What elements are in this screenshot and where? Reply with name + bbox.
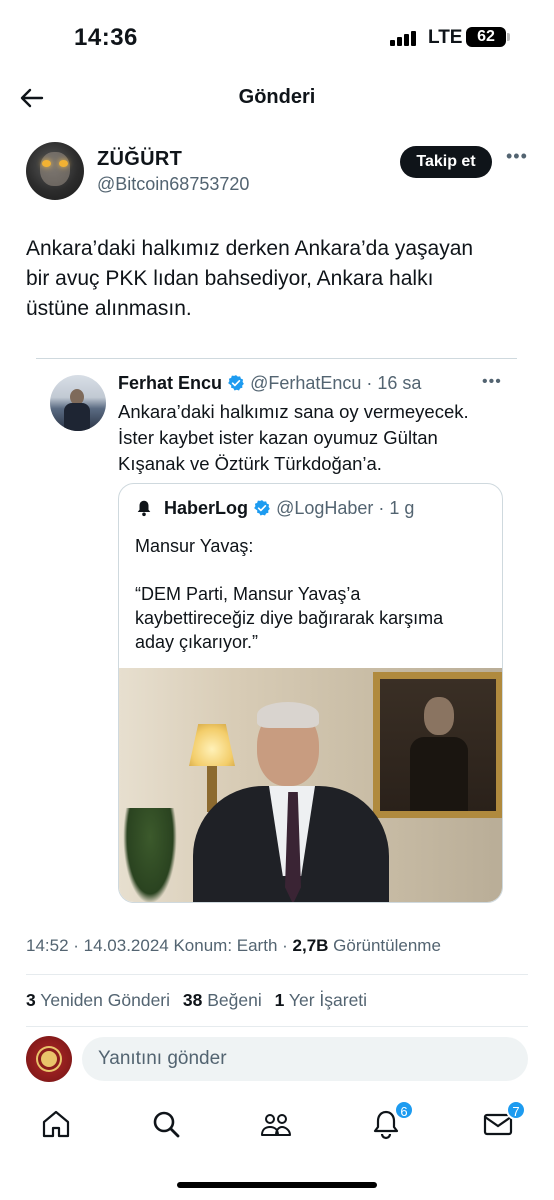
likes-stat[interactable]: 38 Beğeni [183,990,262,1010]
network-type: LTE [428,27,463,48]
avatar-face [40,152,70,186]
nested-author-line: HaberLog @LogHaber · 1 g [135,498,414,524]
likes-count: 38 [182,990,203,1010]
reply-input[interactable]: Yanıtını gönder [82,1037,528,1081]
meta-time-date-location: 14:52 · 14.03.2024 Konum: Earth · [26,936,293,955]
bookmarks-label: Yer İşareti [288,990,368,1010]
nested-quote-photo[interactable] [119,668,502,902]
author-row: ZÜĞÜRT @Bitcoin68753720 Takip et ••• [0,140,554,210]
portrait-body [410,737,468,811]
author-handle[interactable]: @Bitcoin68753720 [97,174,249,195]
tweet-meta: 14:52 · 14.03.2024 Konum: Earth · 2,7B G… [26,936,441,956]
verified-badge-icon [228,375,244,391]
avatar-eyes [42,160,68,168]
reposts-label: Yeniden Gönderi [40,990,171,1010]
quoted-handle-time: @FerhatEncu · 16 sa [250,373,422,393]
home-indicator[interactable] [177,1182,377,1188]
views-count: 2,7B [292,936,329,955]
communities-icon [261,1114,291,1136]
author-avatar[interactable] [26,142,84,200]
status-bar: 14:36 LTE 62 [0,0,554,70]
nested-author-name: HaberLog [164,498,249,518]
reply-bar: Yanıtını gönder [0,1034,554,1088]
reposts-count: 3 [26,990,36,1010]
quoted-more-icon[interactable]: ••• [482,373,502,391]
current-user-avatar[interactable] [26,1036,72,1082]
quoted-author-avatar[interactable] [50,375,106,431]
cellular-signal-icon [390,30,420,46]
search-icon [153,1111,180,1138]
avatar-person-body [64,403,90,431]
divider [26,974,528,975]
tab-communities[interactable] [260,1108,292,1140]
reposts-stat[interactable]: 3 Yeniden Gönderi [26,990,170,1010]
bottom-tab-bar: 6 7 [0,1100,554,1160]
verified-badge-icon [254,500,270,516]
follow-button[interactable]: Takip et [400,146,492,178]
notifications-badge: 6 [394,1100,414,1120]
home-icon [42,1110,70,1138]
more-options-icon[interactable]: ••• [506,146,530,170]
lamp-shade [189,724,235,766]
battery-level: 62 [477,28,495,45]
likes-label: Beğeni [207,990,262,1010]
tab-home[interactable] [40,1108,72,1140]
battery-icon: 62 [466,27,506,47]
tweet-text: Ankara’daki halkımız derken Ankara’da ya… [26,237,474,320]
quoted-author-line[interactable]: Ferhat Encu @FerhatEncu · 16 sa [118,373,421,394]
man-hair [257,702,319,728]
nested-handle-time: @LogHaber · 1 g [276,498,415,518]
nested-quote-text: Mansur Yavaş: “DEM Parti, Mansur Yavaş’a… [135,536,444,652]
quoted-tweet[interactable]: Ferhat Encu @FerhatEncu · 16 sa ••• Anka… [36,358,517,918]
page-title: Gönderi [238,86,316,108]
bookmarks-stat[interactable]: 1 Yer İşareti [275,990,367,1010]
divider [26,1026,528,1027]
views-label: Görüntülenme [333,936,441,955]
bell-logo-icon [137,500,151,517]
tab-notifications[interactable]: 6 [370,1100,414,1140]
quoted-author-name: Ferhat Encu [118,373,223,393]
nav-header: Gönderi [0,70,554,126]
battery-cap [507,33,510,41]
bookmarks-count: 1 [274,990,285,1010]
portrait-face [424,697,454,735]
portrait-frame [373,672,502,818]
quoted-text: Ankara’daki halkımız sana oy vermeyecek.… [118,401,469,474]
author-name[interactable]: ZÜĞÜRT [97,148,182,171]
status-time: 14:36 [74,24,138,51]
tab-search[interactable] [150,1108,182,1140]
nested-quote-card[interactable]: HaberLog @LogHaber · 1 g Mansur Yavaş: “… [118,483,503,903]
tab-messages[interactable]: 7 [482,1100,526,1140]
engagement-stats: 3 Yeniden Gönderi 38 Beğeni 1 Yer İşaret… [26,990,375,1011]
messages-badge: 7 [506,1100,526,1120]
emblem-icon [41,1051,57,1067]
plant [123,808,177,902]
